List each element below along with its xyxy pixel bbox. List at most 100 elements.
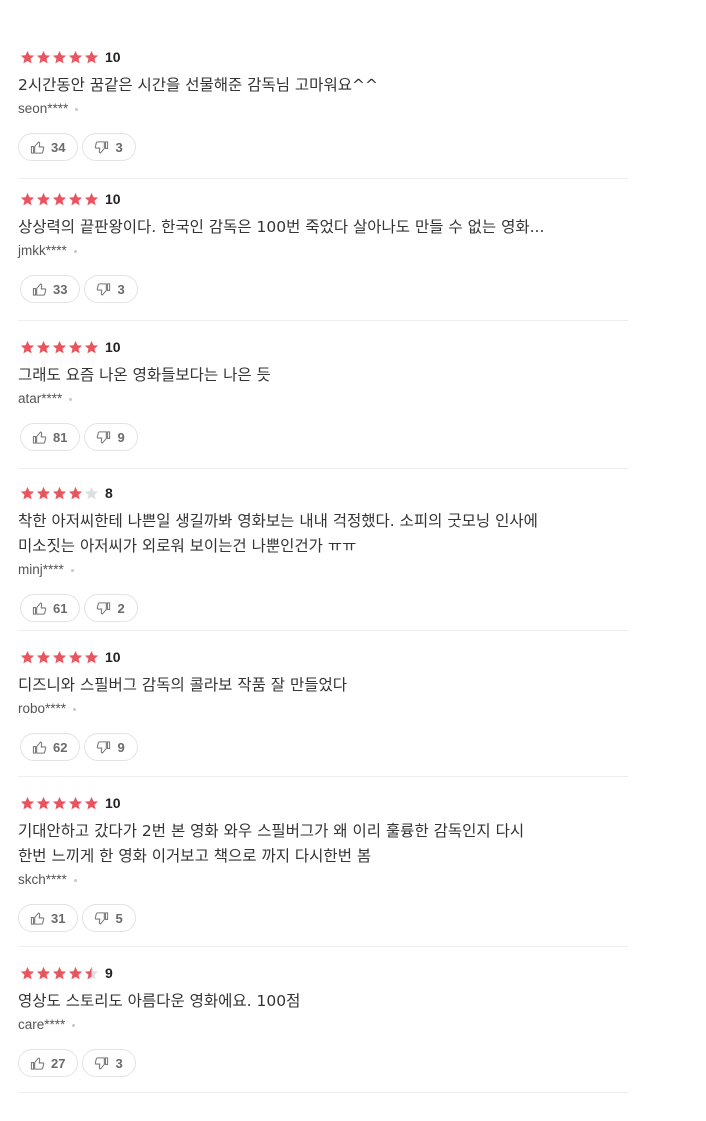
- dislike-button[interactable]: 2: [84, 594, 138, 622]
- review-author: skch****: [18, 871, 67, 887]
- star-icon-half: [84, 966, 99, 979]
- separator-dot: [70, 568, 74, 572]
- review-score: 10: [105, 795, 121, 811]
- star-rating: [20, 486, 99, 501]
- star-icon-filled: [68, 50, 83, 63]
- thumbs-down-icon: [95, 1056, 109, 1070]
- like-count: 81: [53, 429, 68, 445]
- star-icon-filled: [20, 650, 35, 663]
- thumbs-up-icon: [32, 740, 47, 754]
- review-score: 10: [105, 339, 121, 355]
- star-icon-filled: [52, 486, 67, 499]
- separator-dot: [72, 1023, 76, 1027]
- star-icon-filled: [36, 650, 51, 663]
- like-button[interactable]: 33: [20, 275, 81, 303]
- dislike-count: 5: [115, 910, 123, 926]
- star-icon-filled: [84, 50, 99, 63]
- star-icon-filled: [20, 796, 35, 809]
- review-text-line: 영상도 스토리도 아름다운 영화에요. 100점: [18, 992, 301, 1010]
- review-text-line: 미소짓는 아저씨가 외로워 보이는건 나뿐인건가 ㅠㅠ: [18, 537, 357, 555]
- dislike-count: 3: [115, 1055, 123, 1071]
- review-score: 10: [105, 649, 121, 665]
- star-rating: [20, 340, 99, 355]
- review-text: 상상력의 끝판왕이다. 한국인 감독은 100번 죽었다 살아나도 만들 수 없…: [18, 215, 628, 240]
- like-button[interactable]: 62: [20, 733, 81, 761]
- star-icon-filled: [52, 650, 67, 663]
- star-icon-filled: [20, 192, 35, 205]
- review-item: 9 영상도 스토리도 아름다운 영화에요. 100점 care**** 27 3: [18, 964, 628, 1093]
- review-text-line: 착한 아저씨한테 나쁜일 생길까봐 영화보는 내내 걱정했다. 소피의 굿모닝 …: [18, 512, 538, 530]
- review-author: atar****: [18, 390, 63, 406]
- star-icon-filled: [52, 192, 67, 205]
- review-author: seon****: [18, 100, 69, 116]
- author-row: skch****: [18, 869, 628, 889]
- like-count: 34: [51, 139, 66, 155]
- dislike-count: 9: [117, 429, 125, 445]
- star-icon-filled: [68, 340, 83, 353]
- like-button[interactable]: 34: [18, 133, 79, 161]
- review-author: minj****: [18, 561, 64, 577]
- separator-dot: [73, 249, 77, 253]
- like-button[interactable]: 81: [20, 423, 81, 451]
- review-list: 10 2시간동안 꿈같은 시간을 선물해준 감독님 고마워요^^ seon***…: [0, 0, 706, 1121]
- dislike-count: 3: [117, 281, 125, 297]
- like-count: 27: [51, 1055, 66, 1071]
- review-author: robo****: [18, 700, 67, 716]
- star-icon-filled: [84, 340, 99, 353]
- vote-row: 62 9: [20, 733, 628, 761]
- rating-row: 10: [18, 338, 628, 356]
- thumbs-up-icon: [32, 601, 47, 615]
- thumbs-up-icon: [32, 282, 47, 296]
- author-row: minj****: [18, 559, 628, 579]
- star-icon-filled: [36, 340, 51, 353]
- like-button[interactable]: 31: [18, 904, 79, 932]
- dislike-button[interactable]: 3: [84, 275, 138, 303]
- thumbs-up-icon: [30, 140, 45, 154]
- author-row: care****: [18, 1014, 628, 1034]
- review-item: 10 그래도 요즘 나온 영화들보다는 나은 듯 atar**** 81 9: [18, 338, 628, 469]
- like-button[interactable]: 61: [20, 594, 81, 622]
- thumbs-down-icon: [97, 282, 111, 296]
- rating-row: 9: [18, 964, 628, 982]
- thumbs-down-icon: [97, 601, 111, 615]
- rating-row: 10: [18, 648, 628, 666]
- thumbs-up-icon: [30, 911, 45, 925]
- star-icon-filled: [36, 486, 51, 499]
- dislike-button[interactable]: 9: [84, 733, 138, 761]
- review-author: care****: [18, 1016, 66, 1032]
- thumbs-down-icon: [97, 740, 111, 754]
- dislike-button[interactable]: 9: [84, 423, 138, 451]
- star-icon-filled: [36, 966, 51, 979]
- like-button[interactable]: 27: [18, 1049, 79, 1077]
- star-icon-filled: [52, 340, 67, 353]
- dislike-button[interactable]: 3: [82, 133, 136, 161]
- rating-row: 10: [18, 48, 628, 66]
- star-icon-filled: [84, 192, 99, 205]
- star-icon-filled: [52, 966, 67, 979]
- star-icon-filled: [68, 650, 83, 663]
- review-item: 10 디즈니와 스필버그 감독의 콜라보 작품 잘 만들었다 robo**** …: [18, 648, 628, 777]
- dislike-button[interactable]: 5: [82, 904, 136, 932]
- star-icon-empty: [84, 486, 99, 499]
- vote-row: 81 9: [20, 423, 628, 451]
- separator-dot: [69, 397, 73, 401]
- vote-row: 33 3: [20, 275, 628, 303]
- separator-dot: [75, 107, 79, 111]
- dislike-count: 9: [117, 739, 125, 755]
- star-icon-filled: [52, 796, 67, 809]
- thumbs-down-icon: [97, 430, 111, 444]
- review-text: 착한 아저씨한테 나쁜일 생길까봐 영화보는 내내 걱정했다. 소피의 굿모닝 …: [18, 509, 628, 559]
- star-icon-filled: [20, 486, 35, 499]
- star-rating: [20, 50, 99, 65]
- rating-row: 10: [18, 794, 628, 812]
- thumbs-up-icon: [32, 430, 47, 444]
- author-row: seon****: [18, 98, 628, 118]
- author-row: atar****: [18, 388, 628, 408]
- review-item: 10 상상력의 끝판왕이다. 한국인 감독은 100번 죽었다 살아나도 만들 …: [18, 190, 628, 321]
- vote-row: 31 5: [18, 904, 628, 932]
- review-text: 기대안하고 갔다가 2번 본 영화 와우 스필버그가 왜 이리 훌륭한 감독인지…: [18, 819, 628, 869]
- dislike-button[interactable]: 3: [82, 1049, 136, 1077]
- review-text: 그래도 요즘 나온 영화들보다는 나은 듯: [18, 363, 628, 388]
- star-rating: [20, 650, 99, 665]
- star-icon-filled: [84, 796, 99, 809]
